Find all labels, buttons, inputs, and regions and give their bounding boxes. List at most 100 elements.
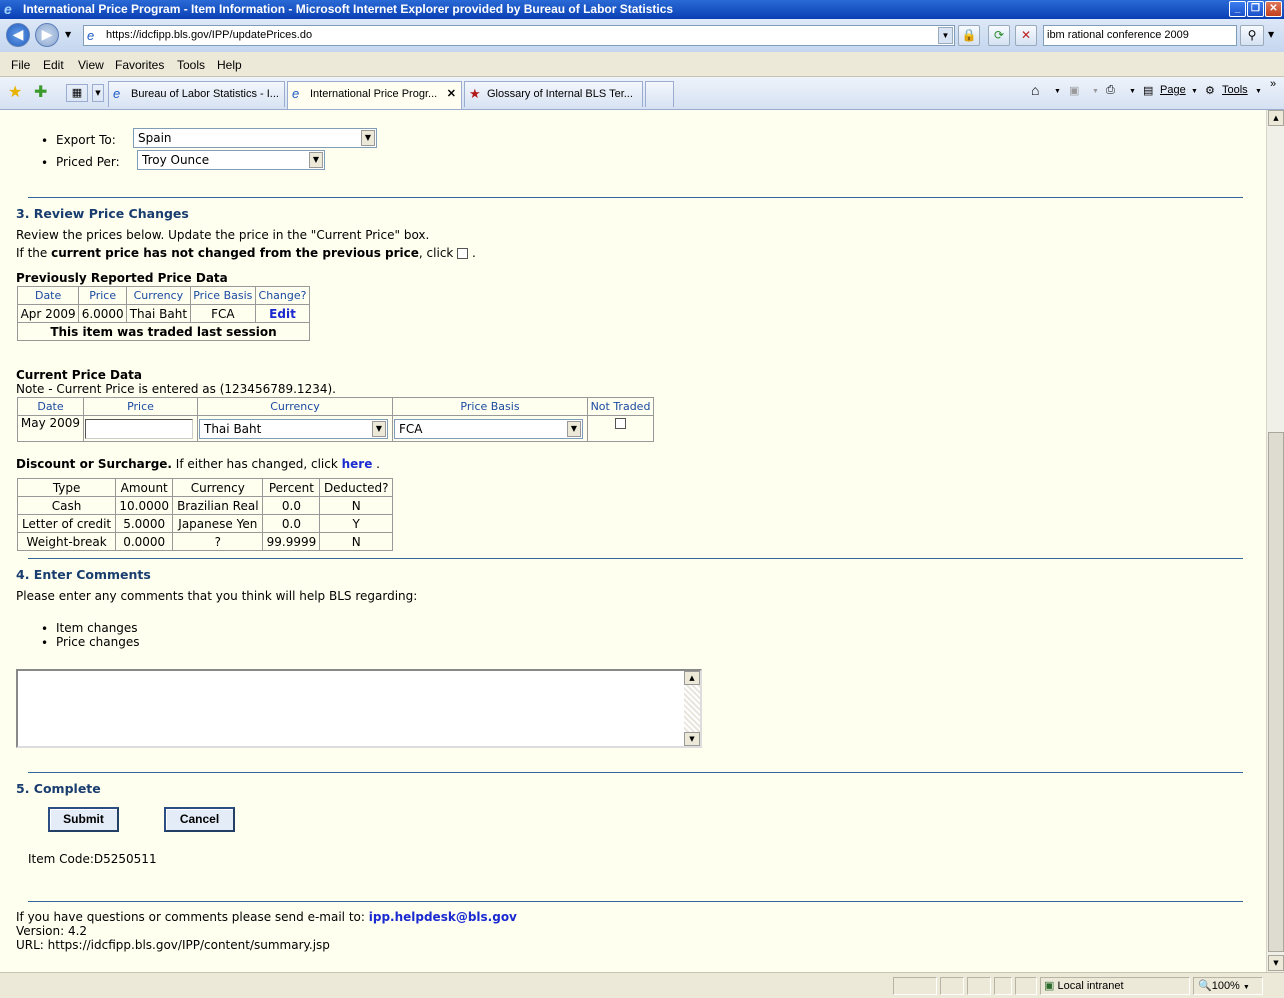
page-menu[interactable]: Page (1160, 84, 1186, 96)
history-dropdown-icon[interactable]: ▼ (65, 30, 71, 39)
chevron-down-icon[interactable]: ▼ (372, 421, 386, 437)
menu-favorites[interactable]: Favorites (115, 58, 164, 72)
ie-page-icon: e (113, 86, 121, 101)
helpdesk-email-link[interactable]: ipp.helpdesk@bls.gov (369, 910, 517, 924)
refresh-icon[interactable]: ⟳ (988, 25, 1010, 46)
cell: ? (172, 532, 264, 551)
footer-version: Version: 4.2 (16, 924, 88, 938)
stop-icon[interactable]: ✕ (1015, 25, 1037, 46)
textarea-scrollbar[interactable]: ▲ ▼ (684, 671, 700, 746)
footer-contact-text: If you have questions or comments please… (16, 910, 369, 924)
price-input[interactable] (85, 419, 193, 439)
search-icon[interactable]: ⚲ (1240, 25, 1264, 46)
lock-icon[interactable]: 🔒 (958, 25, 980, 46)
discount-bold: Discount or Surcharge. (16, 457, 172, 471)
unchanged-pre: If the (16, 246, 52, 260)
cell: FCA (189, 304, 256, 323)
window-title: International Price Program - Item Infor… (23, 2, 674, 16)
scroll-up-icon[interactable]: ▲ (1268, 110, 1284, 126)
cell: 0.0000 (115, 532, 174, 551)
scroll-up-icon[interactable]: ▲ (684, 671, 700, 685)
col-type: Type (16, 478, 117, 497)
search-options-icon[interactable]: ▼ (1268, 30, 1274, 39)
page-scrollbar[interactable]: ▲ ▼ (1266, 110, 1284, 972)
feeds-dropdown-icon[interactable]: ▼ (1092, 88, 1099, 95)
close-window-button[interactable]: ✕ (1265, 1, 1282, 17)
tab-ipp[interactable]: e International Price Progr... ✕ (287, 81, 462, 109)
divider (28, 772, 1243, 773)
favorites-star-icon[interactable]: ★ (8, 82, 22, 101)
basis-select[interactable]: FCA ▼ (394, 419, 583, 439)
export-select[interactable]: Spain ▼ (133, 128, 377, 148)
comments-textarea[interactable]: ▲ ▼ (16, 669, 702, 748)
tools-dropdown-icon[interactable]: ▼ (1255, 88, 1262, 95)
forward-button[interactable]: ▶ (35, 23, 59, 47)
discount-here-link[interactable]: here (342, 457, 373, 471)
close-tab-icon[interactable]: ✕ (447, 82, 456, 106)
quick-tabs-icon[interactable]: ▦ (66, 84, 88, 102)
zoom-pane[interactable]: 🔍100% ▼ (1193, 977, 1263, 995)
new-tab-button[interactable] (645, 81, 674, 107)
cell: 0.0 (262, 514, 321, 533)
home-icon[interactable]: ⌂ (1031, 82, 1039, 98)
bullet-item: Price changes (56, 635, 140, 649)
cell: 6.0000 (78, 304, 128, 323)
currency-select[interactable]: Thai Baht ▼ (199, 419, 388, 439)
unchanged-checkbox[interactable] (457, 248, 469, 259)
address-input[interactable]: e https://idcfipp.bls.gov/IPP/updatePric… (83, 25, 955, 46)
minimize-button[interactable]: _ (1229, 1, 1246, 17)
menu-help[interactable]: Help (217, 58, 242, 72)
tab-glossary[interactable]: ★ Glossary of Internal BLS Ter... (464, 81, 643, 107)
zone-pane[interactable]: ▣ Local intranet (1040, 977, 1190, 995)
gear-icon[interactable]: ⚙ (1205, 84, 1215, 97)
not-traded-checkbox[interactable] (615, 418, 626, 429)
print-icon[interactable]: ⎙ (1106, 84, 1115, 97)
back-button[interactable]: ◀ (6, 23, 30, 47)
menu-tools[interactable]: Tools (177, 58, 205, 72)
tools-menu[interactable]: Tools (1222, 84, 1248, 96)
tab-bls[interactable]: e Bureau of Labor Statistics - I... (108, 81, 285, 107)
maximize-button[interactable]: ❐ (1247, 1, 1264, 17)
scroll-down-icon[interactable]: ▼ (684, 732, 700, 746)
status-pane (893, 977, 937, 995)
scroll-down-icon[interactable]: ▼ (1268, 955, 1284, 971)
menu-view[interactable]: View (78, 58, 104, 72)
edit-link[interactable]: Edit (254, 304, 311, 323)
col-amount: Amount (115, 478, 174, 497)
currency-value: Thai Baht (204, 422, 262, 436)
menu-bar: File Edit View Favorites Tools Help (0, 53, 1284, 77)
export-value: Spain (138, 131, 172, 145)
page-menu-icon[interactable]: ▤ (1143, 84, 1153, 97)
chevron-more-icon[interactable]: » (1270, 78, 1276, 90)
bullet-icon: • (41, 622, 49, 636)
priced-per-select[interactable]: Troy Ounce ▼ (137, 150, 325, 170)
address-dropdown-icon[interactable]: ▼ (938, 27, 953, 44)
add-favorite-icon[interactable]: ✚ (34, 82, 47, 101)
chevron-down-icon[interactable]: ▼ (567, 421, 581, 437)
chevron-down-icon[interactable]: ▼ (309, 152, 323, 168)
status-bar: ▣ Local intranet 🔍100% ▼ (0, 972, 1284, 998)
traded-note: This item was traded last session (17, 322, 310, 341)
cancel-button[interactable]: Cancel (164, 807, 235, 832)
prev-price-table: Date Price Currency Price Basis Change? … (16, 286, 311, 341)
page-dropdown-icon[interactable]: ▼ (1191, 88, 1198, 95)
search-input[interactable]: ibm rational conference 2009 (1043, 25, 1237, 46)
feeds-icon[interactable]: ▣ (1069, 84, 1079, 97)
chevron-down-icon[interactable]: ▼ (361, 130, 375, 146)
menu-file[interactable]: File (11, 58, 30, 72)
section3-title: 3. Review Price Changes (16, 206, 189, 221)
page-content: • Export To: Spain ▼ • Priced Per: Troy … (0, 110, 1266, 972)
col-percent: Percent (262, 478, 321, 497)
tab-list-icon[interactable]: ▼ (92, 84, 104, 102)
print-dropdown-icon[interactable]: ▼ (1129, 88, 1136, 95)
home-dropdown-icon[interactable]: ▼ (1054, 88, 1061, 95)
table-row: Letter of credit 5.0000 Japanese Yen 0.0… (16, 514, 393, 533)
menu-edit[interactable]: Edit (43, 58, 64, 72)
scroll-thumb[interactable] (1268, 432, 1284, 952)
zoom-dropdown-icon[interactable]: ▼ (1243, 984, 1250, 991)
submit-button[interactable]: Submit (48, 807, 119, 832)
cur-note: Note - Current Price is entered as (1234… (16, 382, 336, 396)
divider (28, 901, 1243, 902)
item-code: Item Code:D5250511 (28, 852, 157, 866)
discount-text: If either has changed, click (171, 457, 342, 471)
